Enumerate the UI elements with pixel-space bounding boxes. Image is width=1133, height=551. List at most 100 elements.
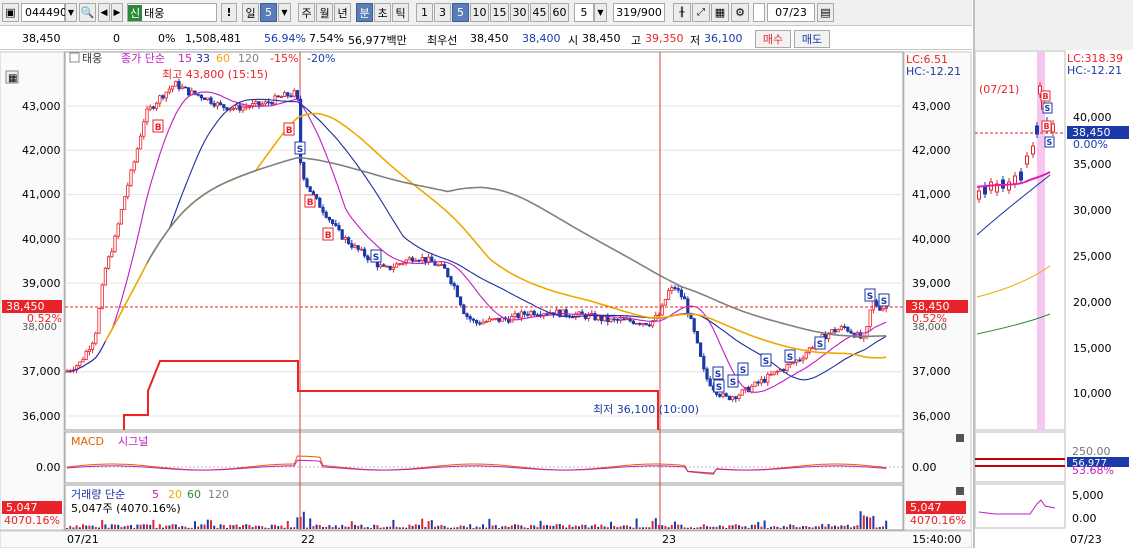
- volume-bar: [427, 521, 430, 529]
- trade-amount: 56,977백만: [348, 34, 407, 47]
- draw-line-icon[interactable]: ⤢: [692, 3, 710, 22]
- period-value[interactable]: 5: [260, 3, 277, 22]
- candle-body: [436, 264, 440, 267]
- volume-bar: [158, 524, 161, 529]
- candle-body: [679, 289, 684, 298]
- stock-code-input[interactable]: 044490: [21, 3, 67, 22]
- volume-bar: [805, 525, 808, 529]
- volume-bar: [510, 525, 513, 529]
- volume-bar: [430, 520, 433, 529]
- grid-icon[interactable]: ▦: [711, 3, 729, 22]
- volume-bar: [542, 525, 545, 529]
- calendar-icon[interactable]: ▤: [817, 3, 834, 22]
- volume-close-icon[interactable]: [956, 487, 964, 495]
- interval-45-button[interactable]: 45: [530, 3, 549, 22]
- candle-body: [670, 287, 674, 292]
- count-dropdown-icon[interactable]: ▼: [594, 3, 607, 22]
- volume-bar: [290, 527, 292, 529]
- volume-bar: [197, 526, 200, 529]
- candle-body: [695, 331, 700, 344]
- interval-15-button[interactable]: 15: [490, 3, 509, 22]
- volume-bar: [651, 520, 654, 529]
- volume-bar: [341, 524, 344, 529]
- candle-body: [100, 284, 104, 309]
- period-second-button[interactable]: 초: [374, 3, 391, 22]
- left-under-label: 38,000: [22, 322, 57, 333]
- volume-bar: [437, 525, 440, 529]
- volume-bar: [482, 524, 484, 529]
- period-minute-button[interactable]: 분: [356, 3, 373, 22]
- chevron-left-icon[interactable]: ◀: [98, 3, 110, 22]
- candle-body: [699, 342, 703, 357]
- volume-bar: [834, 525, 836, 529]
- volume-bar: [306, 527, 308, 529]
- volume-bar: [638, 527, 641, 529]
- mini-vol-tick-0: 0.00: [1072, 512, 1097, 525]
- period-week-button[interactable]: 주: [298, 3, 315, 22]
- main-chart[interactable]: ▦ B BBBSSSSSSS SSS S 태웅 종가 단순 15 33 60 120 …: [0, 51, 972, 548]
- interval-30-button[interactable]: 30: [510, 3, 529, 22]
- candle-body: [788, 362, 792, 366]
- interval-1-button[interactable]: 1: [416, 3, 433, 22]
- open-price: 38,450: [582, 32, 621, 45]
- candle-body: [423, 257, 428, 263]
- period-dropdown-icon[interactable]: ▼: [278, 3, 291, 22]
- mini-sell-marker: S: [1042, 102, 1053, 114]
- candle-body: [103, 267, 107, 286]
- candle-body: [561, 309, 565, 317]
- candle-body: [231, 108, 235, 110]
- candle-type-icon[interactable]: ╫: [673, 3, 691, 22]
- volume-bar: [210, 520, 212, 529]
- low-label: 저: [690, 34, 701, 47]
- volume-bar: [725, 527, 728, 529]
- candle-body: [238, 104, 242, 111]
- interval-60-button[interactable]: 60: [550, 3, 569, 22]
- stock-code-dropdown-icon[interactable]: ▼: [65, 3, 77, 22]
- candle-body: [795, 359, 799, 363]
- volume-bar: [178, 527, 180, 529]
- volume-info: 5,047주 (4070.16%): [71, 502, 181, 515]
- gear-icon[interactable]: ⚙: [731, 3, 749, 22]
- volume-bar: [885, 520, 888, 529]
- interval-3-button[interactable]: 3: [434, 3, 451, 22]
- candle-body: [123, 196, 127, 210]
- current-price: 38,450: [22, 32, 61, 45]
- candle-body: [462, 304, 466, 315]
- left-price-tick-43000: 43,000: [22, 100, 61, 113]
- date-checkbox[interactable]: [753, 3, 765, 22]
- interval-10-button[interactable]: 10: [470, 3, 489, 22]
- mini-chart[interactable]: LC:318.39 HC:-12.21 (07/21) 40,000 35,00…: [974, 0, 1133, 548]
- chevron-right-icon[interactable]: ▶: [111, 3, 123, 22]
- svg-text:S: S: [881, 297, 887, 307]
- volume-bar: [328, 525, 331, 529]
- volume-ma60: 60: [187, 488, 201, 501]
- candle-body: [516, 313, 520, 319]
- sell-button[interactable]: 매도: [794, 30, 830, 48]
- stock-name-field[interactable]: 신 태웅: [127, 3, 217, 22]
- candle-body: [839, 326, 844, 330]
- legend-ma120: 120: [238, 52, 259, 65]
- volume-bar: [520, 525, 523, 529]
- period-year-button[interactable]: 년: [334, 3, 351, 22]
- date-input[interactable]: 07/23: [767, 3, 815, 22]
- volume-bar: [229, 524, 232, 529]
- period-day-button[interactable]: 일: [242, 3, 259, 22]
- period-tick-button[interactable]: 틱: [392, 3, 409, 22]
- window-icon[interactable]: ▣: [2, 3, 19, 22]
- count-input[interactable]: 5: [574, 3, 594, 22]
- legend-pct-down: -20%: [307, 52, 335, 65]
- period-month-button[interactable]: 월: [316, 3, 333, 22]
- volume-bar: [98, 527, 100, 529]
- mini-tick-10000: 10,000: [1073, 387, 1112, 400]
- svg-text:S: S: [740, 366, 746, 376]
- macd-close-icon[interactable]: [956, 434, 964, 442]
- buy-button[interactable]: 매수: [755, 30, 791, 48]
- zoom-icon[interactable]: ▦: [5, 70, 19, 84]
- search-icon[interactable]: 🔍: [79, 3, 96, 22]
- candle-body: [481, 321, 485, 325]
- warning-button[interactable]: !: [221, 3, 237, 22]
- volume-bar: [398, 527, 401, 529]
- interval-5-button[interactable]: 5: [452, 3, 469, 22]
- candle-body: [759, 378, 764, 384]
- volume-bar: [539, 520, 542, 529]
